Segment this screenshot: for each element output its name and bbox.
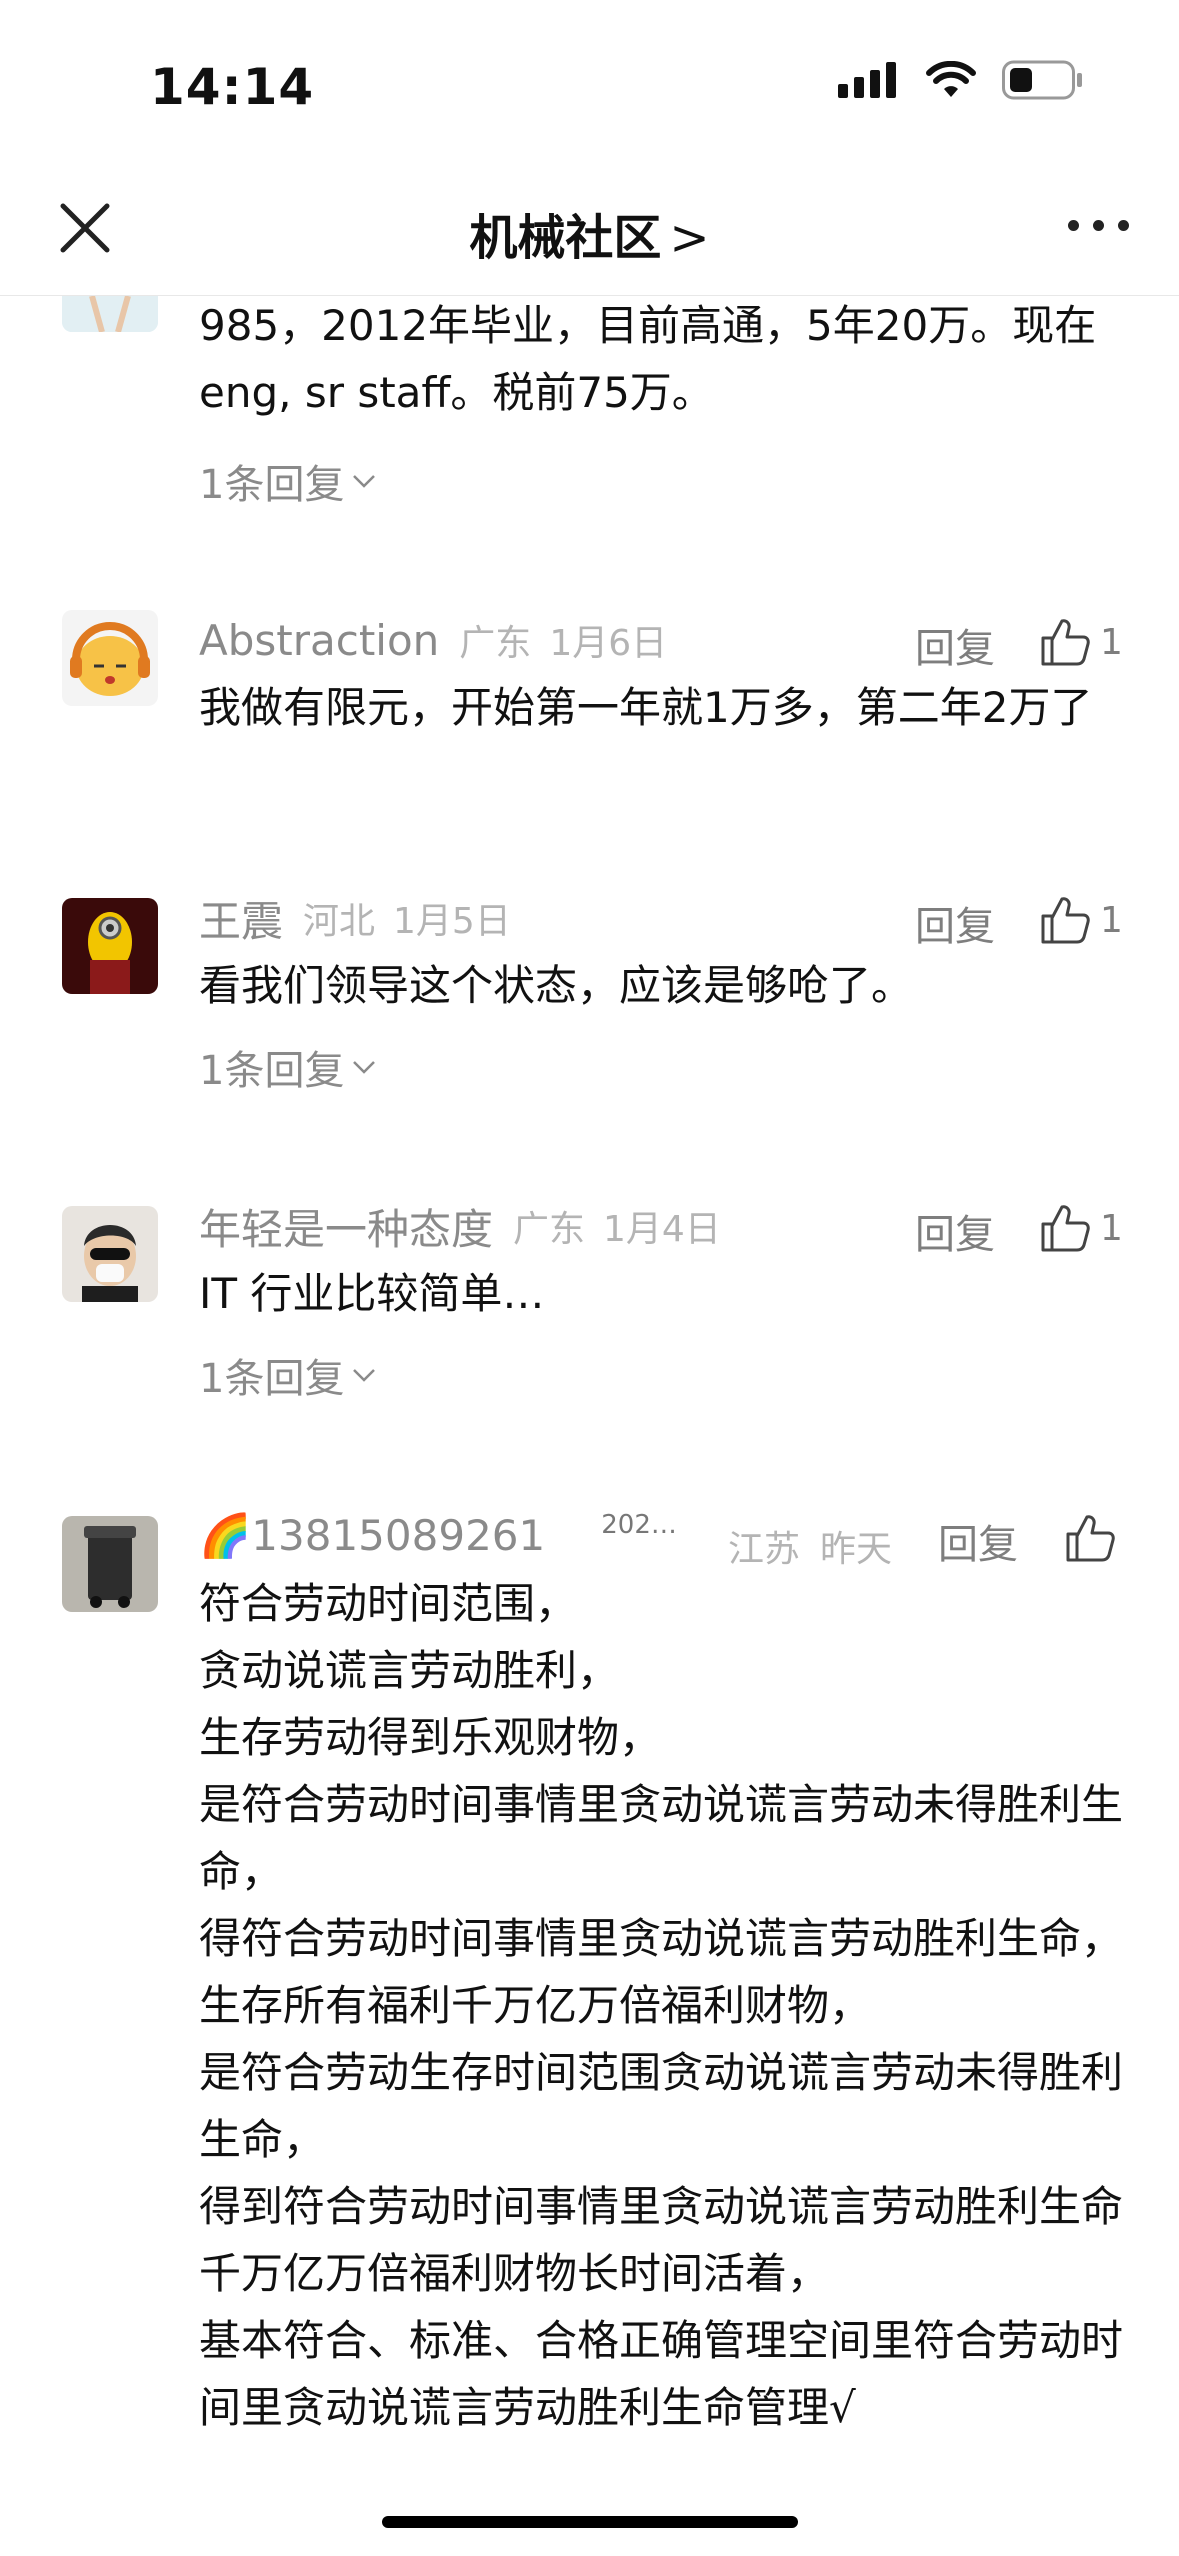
community-title[interactable]: 机械社区 > bbox=[0, 198, 1179, 268]
wifi-icon bbox=[926, 61, 976, 97]
reply-button[interactable]: 回复 bbox=[915, 616, 995, 674]
comment-body: 我做有限元，开始第一年就1万多，第二年2万了 bbox=[199, 683, 1093, 732]
chevron-right-icon: > bbox=[669, 210, 710, 266]
comment-meta: Abstraction 广东 1月6日 bbox=[199, 610, 667, 670]
chevron-down-icon bbox=[353, 475, 376, 488]
thumbs-up-icon bbox=[1041, 619, 1090, 666]
comment-meta: 🌈13815089261 202… bbox=[199, 1506, 719, 1566]
date: 昨天 bbox=[820, 1529, 893, 1570]
location: 广东 bbox=[459, 623, 532, 664]
community-name: 机械社区 bbox=[469, 210, 662, 266]
comment-meta: 王震 河北 1月5日 bbox=[199, 888, 511, 948]
comment-body: 看我们领导这个状态，应该是够呛了。 bbox=[199, 961, 914, 1010]
chevron-down-icon bbox=[353, 1061, 376, 1074]
author-name[interactable]: 🌈13815089261 bbox=[199, 1511, 545, 1561]
replies-count: 1条回复 bbox=[199, 1356, 345, 1402]
comment-body: 符合劳动时间范围， 贪动说谎言劳动胜利， 生存劳动得到乐观财物， 是符合劳动时间… bbox=[199, 1579, 1124, 2432]
like-button[interactable]: 1 bbox=[1040, 1204, 1123, 1252]
home-indicator bbox=[382, 2516, 798, 2528]
battery-icon bbox=[1002, 60, 1082, 100]
like-button[interactable] bbox=[1065, 1514, 1115, 1562]
status-bar: 14:14 bbox=[0, 0, 1179, 150]
reply-button[interactable]: 回复 bbox=[915, 1202, 995, 1260]
date: 1月4日 bbox=[603, 1209, 721, 1250]
more-icon[interactable] bbox=[1068, 220, 1129, 231]
location: 广东 bbox=[513, 1209, 586, 1250]
view-replies-button[interactable]: 1条回复 bbox=[199, 1038, 376, 1096]
thumbs-up-icon bbox=[1041, 897, 1090, 944]
chevron-down-icon bbox=[353, 1369, 376, 1382]
location: 河北 bbox=[303, 901, 376, 942]
like-count: 1 bbox=[1100, 621, 1123, 663]
reply-button[interactable]: 回复 bbox=[938, 1512, 1018, 1570]
avatar[interactable] bbox=[62, 610, 158, 706]
view-replies-button[interactable]: 1条回复 bbox=[199, 1346, 376, 1404]
comment-body: 985，2012年毕业，目前高通，5年20万。现在eng, sr staff。税… bbox=[199, 301, 1097, 417]
status-time: 14:14 bbox=[150, 58, 315, 116]
nav-bar: 机械社区 > bbox=[0, 150, 1179, 296]
like-count: 1 bbox=[1100, 899, 1123, 941]
thumbs-up-icon bbox=[1041, 1205, 1090, 1252]
avatar[interactable] bbox=[62, 1206, 158, 1302]
replies-count: 1条回复 bbox=[199, 1048, 345, 1094]
thumbs-up-icon bbox=[1066, 1515, 1115, 1562]
date: 1月6日 bbox=[549, 623, 668, 664]
author-name[interactable]: 王震 bbox=[199, 888, 283, 949]
reply-button[interactable]: 回复 bbox=[915, 894, 995, 952]
author-name[interactable]: 年轻是一种态度 bbox=[199, 1196, 493, 1257]
view-replies-button[interactable]: 1条回复 bbox=[199, 452, 376, 510]
avatar[interactable] bbox=[62, 898, 158, 994]
signal-icon bbox=[838, 62, 896, 98]
like-count: 1 bbox=[1100, 1207, 1123, 1249]
date: 1月5日 bbox=[393, 901, 511, 942]
location: 江苏 bbox=[728, 1529, 801, 1570]
like-button[interactable]: 1 bbox=[1040, 896, 1123, 944]
avatar[interactable] bbox=[62, 1516, 158, 1612]
status-icons bbox=[838, 60, 1084, 100]
author-name[interactable]: Abstraction bbox=[199, 616, 439, 665]
like-button[interactable]: 1 bbox=[1040, 618, 1123, 666]
comment-meta: 年轻是一种态度 广东 1月4日 bbox=[199, 1196, 721, 1256]
author-suffix: 202… bbox=[601, 1510, 677, 1540]
replies-count: 1条回复 bbox=[199, 462, 345, 508]
comment-body: IT 行业比较简单… bbox=[199, 1269, 545, 1318]
